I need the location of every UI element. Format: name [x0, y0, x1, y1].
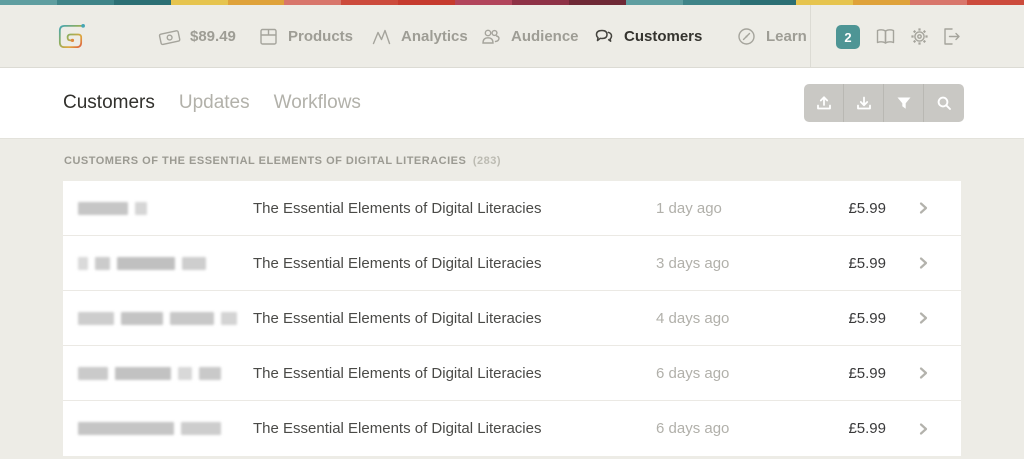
gumroad-logo-icon[interactable]: [54, 20, 87, 53]
tab-updates[interactable]: Updates: [179, 92, 250, 114]
purchase-price: £5.99: [848, 420, 886, 437]
purchase-time: 3 days ago: [656, 254, 730, 272]
nav-item-label: Customers: [624, 28, 703, 45]
table-row[interactable]: The Essential Elements of Digital Litera…: [63, 346, 961, 401]
redacted-block: [78, 256, 88, 270]
chevron-right-icon: [919, 367, 928, 379]
section-header: CUSTOMERS OF THE ESSENTIAL ELEMENTS OF D…: [64, 155, 961, 167]
customer-table: The Essential Elements of Digital Litera…: [63, 181, 961, 456]
nav-divider: [810, 5, 811, 68]
download-icon: [856, 96, 871, 110]
table-row[interactable]: The Essential Elements of Digital Litera…: [63, 291, 961, 346]
chevron-right-icon: [919, 312, 928, 324]
product-name: The Essential Elements of Digital Litera…: [253, 420, 542, 437]
product-name: The Essential Elements of Digital Litera…: [253, 199, 542, 217]
redacted-block: [121, 311, 163, 325]
product-name: The Essential Elements of Digital Litera…: [253, 254, 542, 272]
upload-icon: [816, 96, 831, 110]
nav-item-label: Products: [288, 28, 354, 45]
product-name: The Essential Elements of Digital Litera…: [253, 309, 542, 327]
book-icon[interactable]: [874, 25, 897, 48]
top-navigation: $89.49 Products Analytics Audience Custo…: [0, 5, 1024, 68]
purchase-time: 6 days ago: [656, 364, 730, 382]
customer-name-redacted: [63, 366, 253, 380]
search-icon: [937, 96, 951, 110]
nav-item-label: Learn: [766, 28, 807, 45]
filter-icon: [897, 97, 910, 109]
compass-icon: [738, 28, 755, 45]
customer-name-redacted: [63, 311, 253, 325]
chevron-right-icon: [919, 257, 928, 269]
purchase-price: £5.99: [848, 254, 886, 272]
nav-item-audience[interactable]: Audience: [480, 5, 579, 68]
redacted-block: [221, 311, 237, 325]
product-name: The Essential Elements of Digital Litera…: [253, 364, 542, 382]
customer-name-redacted: [63, 422, 253, 435]
table-toolbar: [804, 84, 964, 122]
customer-name-redacted: [63, 201, 253, 215]
notification-count: 2: [844, 29, 852, 45]
nav-item-label: Audience: [511, 28, 579, 45]
sign-out-icon[interactable]: [940, 25, 963, 48]
peaks-icon: [372, 29, 391, 45]
table-row[interactable]: The Essential Elements of Digital Litera…: [63, 236, 961, 291]
redacted-block: [181, 422, 221, 435]
gear-icon[interactable]: [908, 25, 931, 48]
customer-name-redacted: [63, 256, 253, 270]
redacted-block: [78, 311, 114, 325]
chevron-right-icon: [919, 202, 928, 214]
section-count: (283): [472, 155, 502, 167]
nav-item-analytics[interactable]: Analytics: [371, 5, 468, 68]
table-row[interactable]: The Essential Elements of Digital Litera…: [63, 401, 961, 456]
tabs: Customers Updates Workflows: [63, 68, 361, 138]
redacted-block: [78, 366, 108, 380]
search-button[interactable]: [924, 84, 964, 122]
chevron-right-icon: [919, 422, 928, 435]
upload-button[interactable]: [804, 84, 844, 122]
tab-customers[interactable]: Customers: [63, 92, 155, 114]
section-title: CUSTOMERS OF THE ESSENTIAL ELEMENTS OF D…: [64, 155, 467, 167]
nav-balance[interactable]: $89.49: [158, 5, 236, 68]
nav-balance-label: $89.49: [190, 28, 236, 45]
nav-item-products[interactable]: Products: [258, 5, 353, 68]
redacted-block: [199, 366, 221, 380]
redacted-block: [78, 422, 174, 435]
purchase-time: 4 days ago: [656, 309, 730, 327]
redacted-block: [135, 201, 147, 215]
purchase-time: 6 days ago: [656, 420, 730, 437]
nav-item-customers[interactable]: Customers: [593, 5, 702, 68]
redacted-block: [170, 311, 214, 325]
table-row[interactable]: The Essential Elements of Digital Litera…: [63, 181, 961, 236]
purchase-time: 1 day ago: [656, 199, 722, 217]
nav-item-label: Analytics: [401, 28, 468, 45]
notification-badge[interactable]: 2: [836, 25, 860, 49]
redacted-block: [115, 366, 171, 380]
redacted-block: [95, 256, 110, 270]
tab-workflows[interactable]: Workflows: [274, 92, 361, 114]
redacted-block: [182, 256, 206, 270]
redacted-block: [117, 256, 175, 270]
chat-bubbles-icon: [595, 29, 613, 42]
purchase-price: £5.99: [848, 309, 886, 327]
download-button[interactable]: [844, 84, 884, 122]
purchase-price: £5.99: [848, 364, 886, 382]
people-icon: [482, 29, 500, 44]
redacted-block: [178, 366, 192, 380]
redacted-block: [78, 201, 128, 215]
box-icon: [260, 28, 277, 45]
nav-item-learn[interactable]: Learn: [736, 5, 807, 68]
purchase-price: £5.99: [848, 199, 886, 217]
content-area: CUSTOMERS OF THE ESSENTIAL ELEMENTS OF D…: [0, 139, 1024, 456]
tab-bar: Customers Updates Workflows: [0, 68, 1024, 139]
banknote-icon: [158, 30, 181, 46]
filter-button[interactable]: [884, 84, 924, 122]
